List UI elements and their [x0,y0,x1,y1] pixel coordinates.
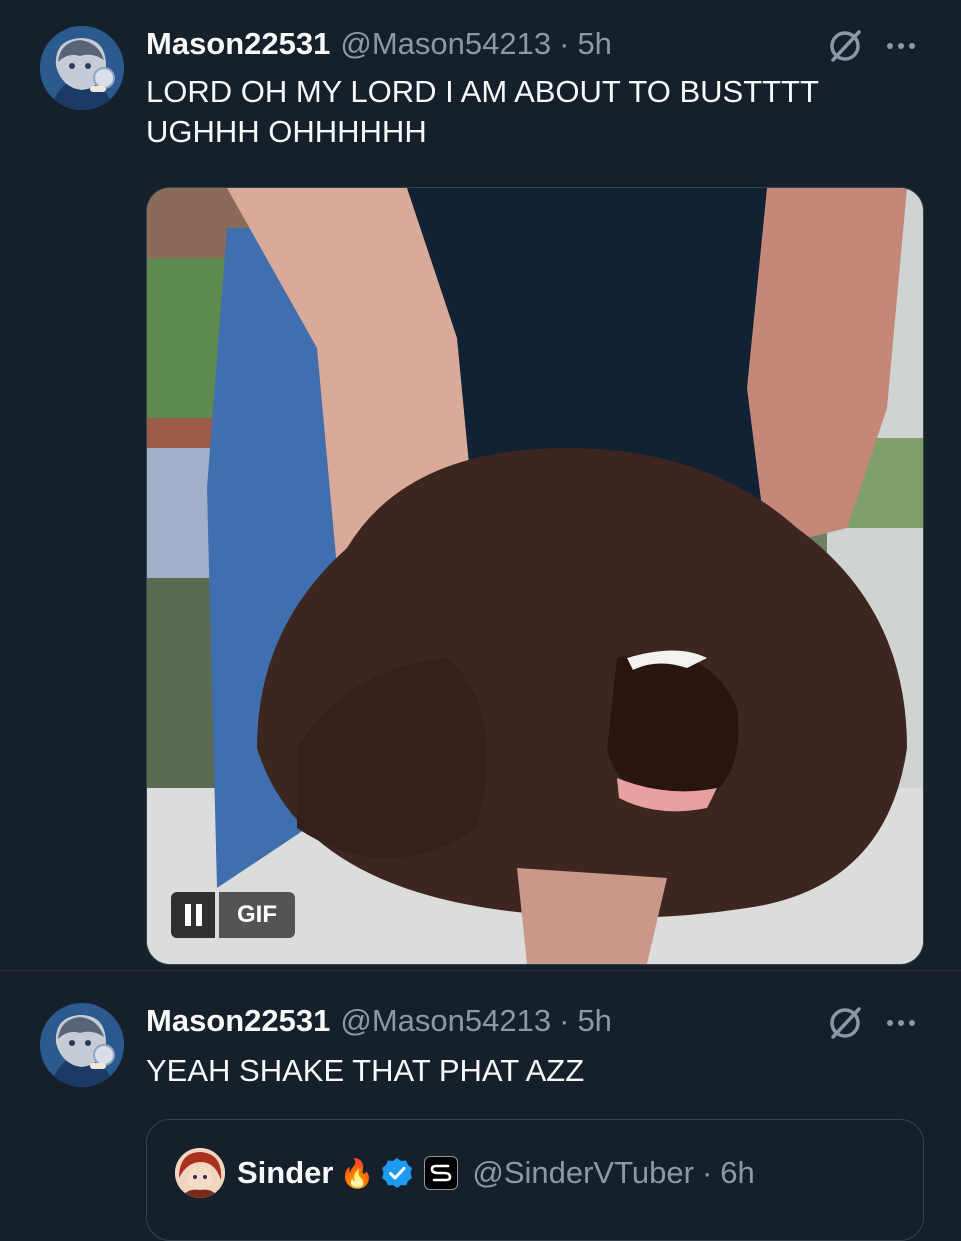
avatar[interactable] [40,26,124,110]
verified-badge-icon[interactable] [380,1156,414,1190]
display-name[interactable]: Mason22531 [146,1001,330,1041]
tweet-header: Mason22531 @Mason54213 · 5h [146,1001,612,1041]
timestamp[interactable]: 5h [577,24,611,64]
tweet-header: Mason22531 @Mason54213 · 5h [146,24,612,64]
quoted-tweet-header: Sinder 🔥 @SinderVTuber · 6h [175,1148,755,1198]
handle[interactable]: @Mason54213 [340,1001,551,1041]
gif-frame [147,188,923,964]
quoted-avatar[interactable] [175,1148,225,1198]
grok-icon[interactable] [825,26,865,66]
separator: · [559,1003,570,1038]
tweet-text: LORD OH MY LORD I AM ABOUT TO BUSTTTT UG… [146,74,819,149]
pause-icon[interactable] [171,892,215,938]
fire-emoji: 🔥 [339,1157,375,1189]
gif-badge[interactable]: GIF [171,892,295,938]
more-options-icon[interactable] [881,26,921,66]
grok-icon[interactable] [825,1003,865,1043]
gif-label: GIF [219,892,295,938]
affiliate-badge-icon[interactable] [424,1156,459,1190]
display-name[interactable]: Mason22531 [146,24,330,64]
avatar[interactable] [40,1003,124,1087]
tweet[interactable]: Mason22531 @Mason54213 · 5h LORD OH MY L… [0,0,961,970]
tweet-text: YEAH SHAKE THAT PHAT AZZ [146,1053,585,1088]
quoted-tweet[interactable]: Sinder 🔥 @SinderVTuber · 6h [146,1119,924,1241]
handle[interactable]: @Mason54213 [340,24,551,64]
separator: · [701,1155,713,1190]
tweet[interactable]: Mason22531 @Mason54213 · 5h YEAH SHAKE T… [0,970,961,1241]
quoted-timestamp[interactable]: 6h [720,1155,754,1191]
separator: · [559,26,570,61]
more-options-icon[interactable] [881,1003,921,1043]
timestamp[interactable]: 5h [577,1001,611,1041]
quoted-handle[interactable]: @SinderVTuber [472,1155,694,1191]
quoted-display-name[interactable]: Sinder [237,1155,333,1191]
gif-media[interactable]: GIF [146,187,924,965]
